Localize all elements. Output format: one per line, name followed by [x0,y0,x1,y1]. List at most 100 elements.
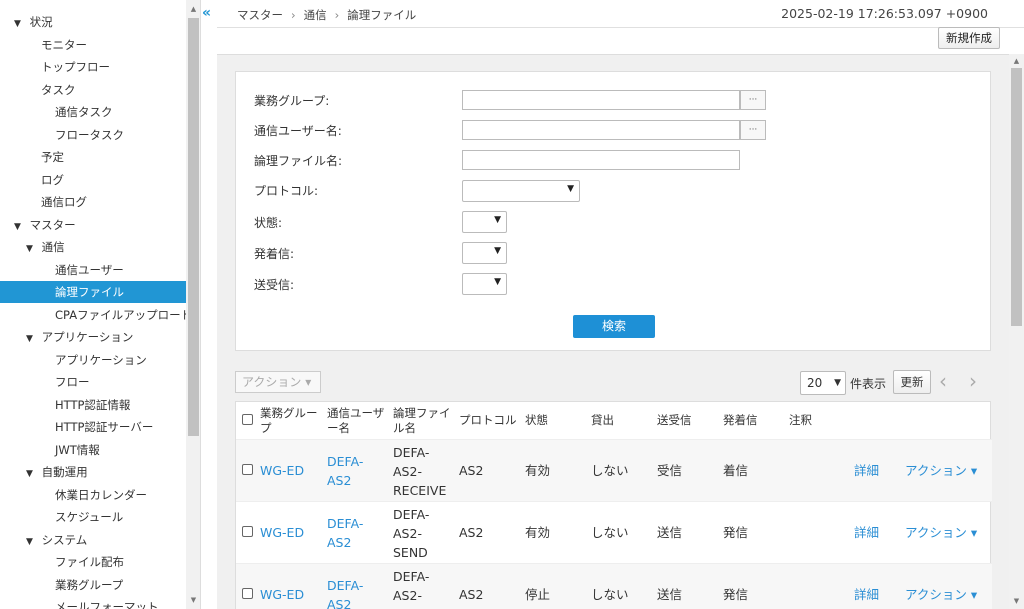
sidebar-item[interactable]: タスク [0,79,186,101]
new-create-button[interactable]: 新規作成 [938,27,1000,49]
row-action-dropdown[interactable]: アクション ▾ [905,461,977,480]
select-all-checkbox[interactable] [242,414,253,425]
sidebar-item[interactable]: ▼ 通信 [0,236,186,258]
collapse-sidebar-icon[interactable]: « [202,6,216,20]
sidebar-item[interactable]: 業務グループ [0,574,186,596]
breadcrumb-item-master[interactable]: マスター [237,8,283,22]
sidebar-item[interactable]: フロータスク [0,124,186,146]
row-checkbox[interactable] [242,526,253,537]
user-link[interactable]: DEFA- AS2 [327,452,363,490]
group-link[interactable]: WG-ED [260,585,304,604]
sidebar-item[interactable]: 通信タスク [0,101,186,123]
direction-label: 発着信: [254,247,295,261]
sidebar-item-label: トップフロー [41,60,110,74]
col-header-protocol[interactable]: プロトコル [459,413,517,428]
detail-link[interactable]: 詳細 [854,461,879,480]
expand-arrow-icon[interactable]: ▼ [26,238,38,260]
sidebar-item[interactable]: 休業日カレンダー [0,484,186,506]
comm-user-picker-button[interactable]: ··· [740,120,766,140]
main-content: 業務グループ: ··· 通信ユーザー名: ··· 論理ファイル名: プロトコル:… [217,54,1009,609]
scroll-up-icon[interactable]: ▲ [186,2,200,16]
sidebar-item[interactable]: フロー [0,371,186,393]
sidebar-item[interactable]: メールフォーマット [0,596,186,609]
col-header-sendrecv[interactable]: 送受信 [657,413,692,428]
row-checkbox[interactable] [242,588,253,599]
group-picker-button[interactable]: ··· [740,90,766,110]
col-header-file[interactable]: 論理ファイ ル名 [393,406,451,436]
scroll-up-icon[interactable]: ▲ [1009,55,1024,67]
logical-file-name: DEFA- AS2- SEND [393,507,430,560]
next-page-icon[interactable]: › [969,369,977,393]
protocol-value: AS2 [459,525,484,540]
comm-user-label: 通信ユーザー名: [254,124,342,138]
sidebar-item[interactable]: ログ [0,169,186,191]
sidebar-item[interactable]: 予定 [0,146,186,168]
sidebar-item[interactable]: ▼ マスター [0,214,186,236]
col-header-group[interactable]: 業務グループ [260,406,318,436]
user-link[interactable]: DEFA- AS2 [327,576,363,609]
search-panel: 業務グループ: ··· 通信ユーザー名: ··· 論理ファイル名: プロトコル:… [235,71,991,351]
state-select[interactable]: ▼ [462,211,507,233]
row-action-dropdown[interactable]: アクション ▾ [905,523,977,542]
expand-arrow-icon[interactable]: ▼ [26,463,38,485]
detail-link[interactable]: 詳細 [854,523,879,542]
detail-link[interactable]: 詳細 [854,585,879,604]
sidebar-scrollbar[interactable]: ▲ ▼ [186,0,200,609]
sidebar-item[interactable]: ▼ システム [0,529,186,551]
page-size-select[interactable]: 20 ▼ [800,371,846,395]
sidebar-item-label: メールフォーマット [55,600,159,609]
sidebar-item[interactable]: ▼ 自動運用 [0,461,186,483]
sidebar-item[interactable]: HTTP認証サーバー [0,416,186,438]
col-header-lend[interactable]: 貸出 [591,413,614,428]
scroll-down-icon[interactable]: ▼ [186,593,200,607]
col-header-state[interactable]: 状態 [525,413,548,428]
group-link[interactable]: WG-ED [260,523,304,542]
sidebar-item[interactable]: トップフロー [0,56,186,78]
group-input[interactable] [462,90,740,110]
sidebar-item-label: 休業日カレンダー [55,487,147,502]
prev-page-icon[interactable]: ‹ [939,369,947,393]
sidebar-item[interactable]: モニター [0,34,186,56]
breadcrumb-item-comm[interactable]: 通信 [304,8,327,22]
sidebar-item-label: 通信ログ [41,195,87,209]
row-checkbox[interactable] [242,464,253,475]
bulk-action-dropdown[interactable]: アクション ▾ [235,371,321,393]
sidebar-item[interactable]: HTTP認証情報 [0,394,186,416]
col-header-user[interactable]: 通信ユーザ ー名 [327,406,384,436]
direction-select[interactable]: ▼ [462,242,507,264]
logical-file-input[interactable] [462,150,740,170]
scroll-down-icon[interactable]: ▼ [1009,595,1024,607]
sidebar-item[interactable]: 論理ファイル [0,281,186,303]
state-value: 停止 [525,587,551,602]
refresh-button[interactable]: 更新 [893,370,931,394]
sidebar-scroll-thumb[interactable] [188,18,199,436]
sidebar-item[interactable]: CPAファイルアップロード [0,304,192,326]
sidebar-item-label: 自動運用 [41,465,88,479]
main-scrollbar[interactable]: ▲ ▼ [1009,54,1024,609]
row-action-dropdown[interactable]: アクション ▾ [905,585,977,604]
comm-user-input[interactable] [462,120,740,140]
col-header-direction[interactable]: 発着信 [723,413,758,428]
expand-arrow-icon[interactable]: ▼ [26,531,38,553]
protocol-select[interactable]: ▼ [462,180,580,202]
sidebar-item[interactable]: スケジュール [0,506,186,528]
expand-arrow-icon[interactable]: ▼ [14,216,26,238]
sidebar-item-label: 通信 [41,240,65,254]
sidebar-item[interactable]: JWT情報 [0,439,186,461]
state-value: 有効 [525,463,551,478]
col-header-note[interactable]: 注釈 [789,413,812,428]
sidebar-item[interactable]: 通信ユーザー [0,259,186,281]
sidebar-item[interactable]: ▼ アプリケーション [0,326,186,348]
search-button[interactable]: 検索 [573,315,655,338]
sidebar-item[interactable]: ▼ 状況 [0,11,186,33]
send-receive-select[interactable]: ▼ [462,273,507,295]
sidebar-item[interactable]: ファイル配布 [0,551,186,573]
sidebar-item[interactable]: アプリケーション [0,349,186,371]
user-link[interactable]: DEFA- AS2 [327,514,363,552]
expand-arrow-icon[interactable]: ▼ [26,328,38,350]
main-scroll-thumb[interactable] [1011,68,1022,326]
group-link[interactable]: WG-ED [260,461,304,480]
sidebar-item-label: 業務グループ [55,577,124,592]
expand-arrow-icon[interactable]: ▼ [14,13,26,35]
sidebar-item[interactable]: 通信ログ [0,191,186,213]
